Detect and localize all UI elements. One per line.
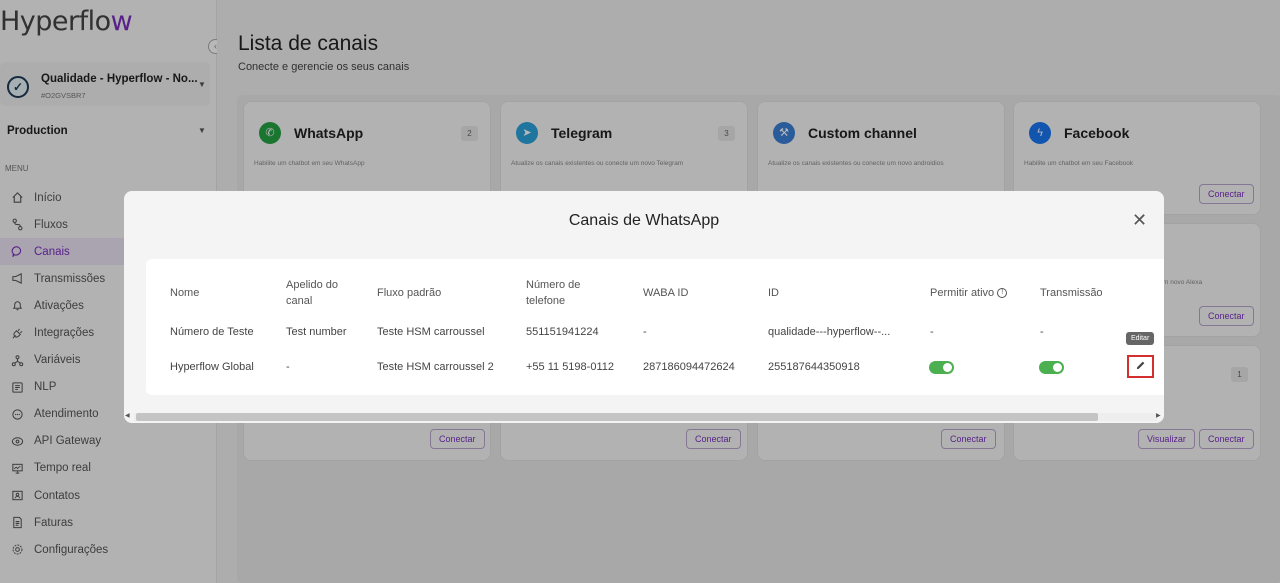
column-header-telefone: Número de telefone <box>526 279 581 307</box>
toggle-knob <box>943 363 952 372</box>
pencil-icon <box>1135 358 1146 376</box>
cell-apelido: - <box>286 361 290 373</box>
cell-permitir-ativo: - <box>930 326 934 338</box>
toggle-knob <box>1053 363 1062 372</box>
cell-nome: Número de Teste <box>170 326 254 338</box>
app-root: Hyperflow ‹ ✓ Qualidade - Hyperflow - No… <box>0 0 1280 583</box>
cell-telefone: 551151941224 <box>526 326 599 338</box>
scroll-left-arrow-icon[interactable]: ◀ <box>125 412 130 419</box>
cell-telefone: +55 11 5198-0112 <box>526 361 614 373</box>
modal-title: Canais de WhatsApp <box>568 212 720 229</box>
column-header-waba-id: WABA ID <box>643 287 689 299</box>
cell-waba-id: - <box>643 326 647 338</box>
column-header-id: ID <box>768 287 779 299</box>
scrollbar-thumb[interactable] <box>136 413 1098 421</box>
column-header-transmissao: Transmissão <box>1040 287 1103 299</box>
scroll-right-arrow-icon[interactable]: ▶ <box>1156 412 1161 419</box>
edit-tooltip: Editar <box>1126 332 1155 345</box>
whatsapp-channels-modal: Canais de WhatsApp ✕ Nome Apelido do can… <box>124 191 1164 423</box>
cell-transmissao: - <box>1040 326 1044 338</box>
permitir-ativo-toggle[interactable] <box>929 361 954 374</box>
cell-nome: Hyperflow Global <box>170 361 254 373</box>
cell-fluxo: Teste HSM carroussel 2 <box>377 361 494 373</box>
edit-button[interactable] <box>1127 355 1154 378</box>
horizontal-scrollbar[interactable]: ◀ ▶ <box>124 410 1164 423</box>
column-header-nome: Nome <box>170 287 200 299</box>
cell-waba-id: 287186094472624 <box>643 361 735 373</box>
transmissao-toggle[interactable] <box>1039 361 1064 374</box>
close-icon[interactable]: ✕ <box>1132 211 1147 229</box>
cell-id: qualidade---hyperflow--... <box>768 326 891 338</box>
cell-id: 255187644350918 <box>768 361 860 373</box>
info-icon[interactable]: ! <box>997 288 1008 299</box>
channels-table: Nome Apelido do canal Fluxo padrão Númer… <box>146 259 1164 395</box>
column-header-fluxo: Fluxo padrão <box>377 287 442 299</box>
cell-apelido: Test number <box>286 326 347 338</box>
column-header-permitir-ativo: Permitir ativo ! <box>930 285 1008 301</box>
column-header-apelido: Apelido do canal <box>286 279 338 307</box>
cell-fluxo: Teste HSM carroussel <box>377 326 485 338</box>
column-header-label: Permitir ativo <box>930 287 995 299</box>
